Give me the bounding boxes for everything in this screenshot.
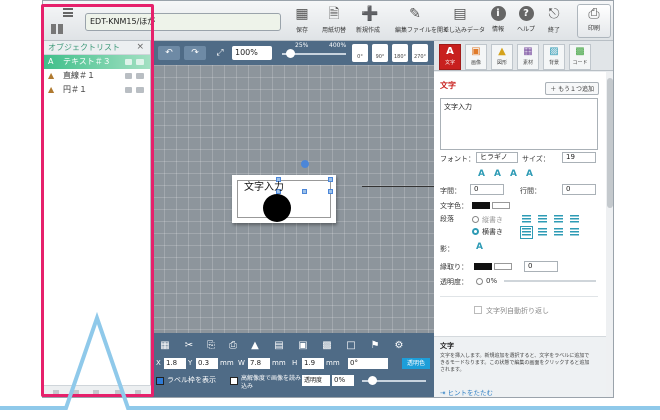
zoom-min-label: 25% xyxy=(295,42,309,49)
opacity-radio[interactable] xyxy=(476,278,483,285)
zoom-select[interactable]: 100% xyxy=(232,46,272,60)
help-icon: ? xyxy=(518,6,534,21)
line-spacing-field[interactable]: 0 xyxy=(562,184,596,195)
undo-button[interactable]: ↶ xyxy=(158,46,180,60)
tab-image[interactable]: ▣ 画像 xyxy=(465,44,487,70)
label-circle-object[interactable] xyxy=(263,194,291,222)
text-opacity-slider[interactable] xyxy=(504,280,596,282)
italic-a-icon[interactable]: A xyxy=(494,169,501,179)
rotate-handle[interactable] xyxy=(301,160,309,168)
outline-bg-swatch[interactable] xyxy=(494,263,512,270)
zoom-max-label: 400% xyxy=(329,42,347,49)
bold-a-icon[interactable]: A xyxy=(478,169,485,179)
rotate-270-button[interactable]: 270° xyxy=(412,44,428,62)
exit-icon: ⎋ xyxy=(548,6,560,22)
redo-icon: ↷ xyxy=(191,48,199,58)
shadow-a-icon[interactable]: A xyxy=(476,242,483,252)
save-button[interactable]: ▦ 保存 xyxy=(285,6,319,34)
callout-pointer xyxy=(0,312,660,410)
canvas-toolbar: ↶ ↷ ⤢ 100% 25% 400% 0° 90° 180° 270° xyxy=(152,41,434,65)
open-file-button[interactable]: ✎ 編集ファイルを開く xyxy=(395,6,449,34)
background-tab-icon: ▨ xyxy=(549,46,559,57)
merge-data-icon: ▤ xyxy=(453,6,467,22)
tab-text[interactable]: A 文字 xyxy=(439,44,461,70)
printer-icon: ⎙ xyxy=(588,6,600,22)
char-spacing-field[interactable]: 0 xyxy=(470,184,504,195)
align-center-icon[interactable] xyxy=(538,228,547,237)
underline-a-icon[interactable]: A xyxy=(510,169,517,179)
new-file-icon: ➕ xyxy=(361,6,379,22)
image-tab-icon: ▣ xyxy=(471,46,481,57)
v-align-middle-icon[interactable] xyxy=(538,215,547,224)
align-left-icon[interactable] xyxy=(520,226,533,239)
font-select[interactable]: ヒラギノ xyxy=(476,152,518,163)
strike-a-icon[interactable]: A xyxy=(526,169,533,179)
undo-icon: ↶ xyxy=(165,48,173,58)
fit-button[interactable]: ⤢ xyxy=(212,46,228,60)
v-align-top-icon[interactable] xyxy=(522,215,531,224)
exit-button[interactable]: ⎋ 終了 xyxy=(537,6,571,34)
align-justify-icon[interactable] xyxy=(570,228,579,237)
label-canvas[interactable]: 文字入力 xyxy=(152,65,444,333)
outline-width-field[interactable]: 0 xyxy=(524,261,558,272)
merge-data-button[interactable]: ▤ 差し込みデータ xyxy=(443,6,485,34)
tab-background[interactable]: ▨ 背景 xyxy=(543,44,565,70)
rotate-90-button[interactable]: 90° xyxy=(372,44,388,62)
v-align-justify-icon[interactable] xyxy=(570,215,579,224)
rotate-0-button[interactable]: 0° xyxy=(352,44,368,62)
redo-button[interactable]: ↷ xyxy=(184,46,206,60)
tab-shape[interactable]: ▲ 図形 xyxy=(491,44,513,70)
zoom-slider-knob[interactable] xyxy=(286,49,295,58)
tab-code[interactable]: ▩ コード xyxy=(569,44,591,70)
paper-switch-icon: 🗎 xyxy=(328,6,340,22)
print-button[interactable]: ⎙ 印刷 xyxy=(577,4,611,38)
outline-color-swatch[interactable] xyxy=(474,263,492,270)
material-tab-icon: ▦ xyxy=(523,46,533,57)
vertical-radio[interactable] xyxy=(472,216,479,223)
align-right-icon[interactable] xyxy=(554,228,563,237)
text-bg-swatch[interactable] xyxy=(492,202,510,209)
add-another-button[interactable]: ＋ もう１つ追加 xyxy=(545,82,599,95)
text-tab-icon: A xyxy=(446,46,454,57)
text-input[interactable]: 文字入力 xyxy=(440,98,598,150)
shape-tab-icon: ▲ xyxy=(498,46,506,57)
resize-handle[interactable] xyxy=(302,189,307,194)
property-tabs: A 文字 ▣ 画像 ▲ 図形 ▦ 素材 ▨ 背景 ▩ コード xyxy=(434,41,613,71)
tab-material[interactable]: ▦ 素材 xyxy=(517,44,539,70)
panel-scrollbar-thumb[interactable] xyxy=(607,78,613,208)
label-line-object[interactable] xyxy=(362,186,444,187)
save-icon: ▦ xyxy=(295,6,309,22)
resize-handle[interactable] xyxy=(328,189,333,194)
open-file-icon: ✎ xyxy=(409,6,421,22)
info-icon: i xyxy=(490,6,506,21)
text-color-swatch[interactable] xyxy=(472,202,490,209)
rotate-180-button[interactable]: 180° xyxy=(392,44,408,62)
divider xyxy=(440,296,598,297)
horizontal-radio[interactable] xyxy=(472,228,479,235)
v-align-bottom-icon[interactable] xyxy=(554,215,563,224)
new-file-button[interactable]: ➕ 新規作成 xyxy=(351,6,385,34)
fit-icon: ⤢ xyxy=(216,48,224,58)
label-text-object[interactable]: 文字入力 xyxy=(244,178,284,193)
code-tab-icon: ▩ xyxy=(575,46,585,57)
resize-handle[interactable] xyxy=(328,177,333,182)
size-select[interactable]: 19 xyxy=(562,152,596,163)
paper-switch-button[interactable]: 🗎 用紙切替 xyxy=(317,6,351,34)
